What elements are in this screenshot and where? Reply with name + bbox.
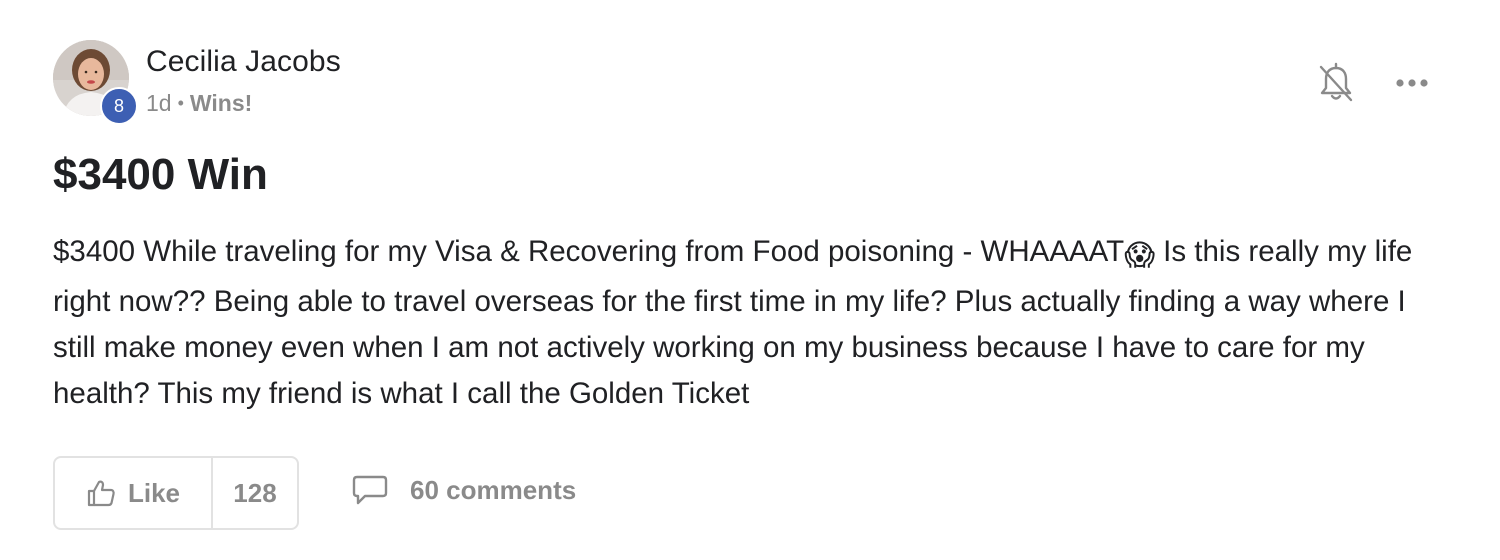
comments-label: 60 comments <box>410 474 577 505</box>
like-count[interactable]: 128 <box>213 458 297 528</box>
more-horizontal-icon <box>1396 79 1428 87</box>
like-box: Like 128 <box>53 456 299 530</box>
notifications-toggle-button[interactable] <box>1316 62 1356 104</box>
post-meta: 1d • Wins! <box>146 90 252 117</box>
level-badge: 8 <box>100 87 138 125</box>
thumbs-up-icon <box>87 480 115 507</box>
post-card: 8 Cecilia Jacobs 1d • Wins! $3400 Win $3… <box>0 0 1500 560</box>
comments-button[interactable]: 60 comments <box>352 474 576 506</box>
more-options-button[interactable] <box>1392 70 1432 96</box>
post-body-text-start: $3400 While traveling for my Visa & Reco… <box>53 235 1125 268</box>
post-time[interactable]: 1d <box>146 90 172 117</box>
scream-emoji: 😱 <box>1124 239 1155 272</box>
post-title[interactable]: $3400 Win <box>53 150 268 200</box>
post-category[interactable]: Wins! <box>190 90 252 117</box>
like-button[interactable]: Like <box>55 458 211 528</box>
author-avatar-container[interactable]: 8 <box>53 40 138 125</box>
like-label: Like <box>127 477 181 508</box>
meta-separator: • <box>177 93 184 113</box>
post-body: $3400 While traveling for my Visa & Reco… <box>53 229 1453 417</box>
bell-off-icon <box>1319 62 1353 102</box>
author-name[interactable]: Cecilia Jacobs <box>146 45 341 79</box>
speech-bubble-icon <box>352 475 388 505</box>
